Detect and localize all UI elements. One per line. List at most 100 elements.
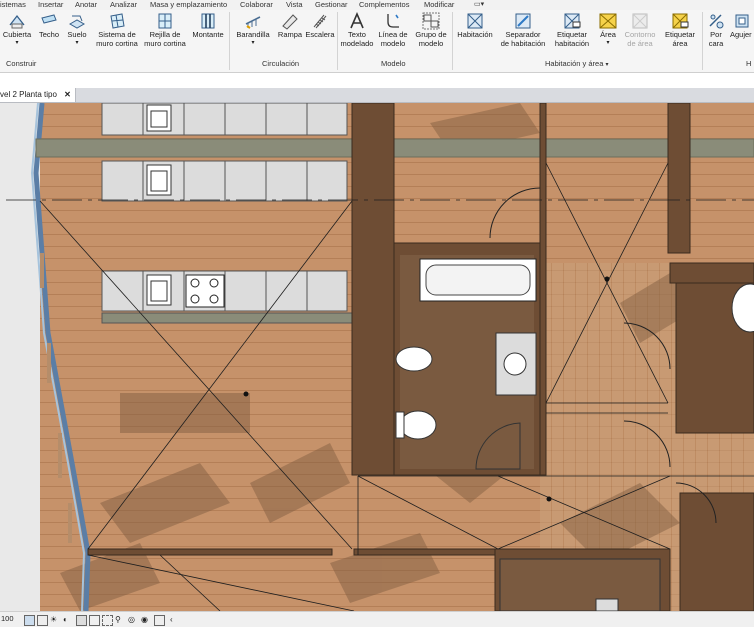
ribbon-separator xyxy=(229,12,230,70)
model-text-icon xyxy=(350,12,364,29)
menu-item-modificar[interactable]: Modificar xyxy=(424,0,454,10)
room-separator-tool[interactable]: Separador de habitación xyxy=(498,12,548,56)
railing-tool[interactable]: Barandilla ▾ xyxy=(233,12,273,56)
model-line-tool[interactable]: Línea de modelo xyxy=(376,12,410,56)
model-group-icon xyxy=(422,12,440,30)
drawing-canvas[interactable] xyxy=(0,103,754,611)
visual-style-icon[interactable] xyxy=(37,615,48,626)
tag-area-tool[interactable]: Etiquetar área xyxy=(662,12,698,56)
room-separator-label-2: de habitación xyxy=(500,39,546,48)
sun-path-icon[interactable]: ☀ xyxy=(50,615,59,624)
ceiling-label: Techo xyxy=(38,30,59,39)
curtain-grid-label-1: Rejilla de xyxy=(149,30,181,39)
area-boundary-label-2: de área xyxy=(627,39,653,48)
crop-view-icon[interactable] xyxy=(89,615,100,626)
curtain-system-label-1: Sistema de xyxy=(98,30,136,39)
stair-label: Escalera xyxy=(305,30,335,39)
curtain-system-tool[interactable]: Sistema de muro cortina xyxy=(94,12,140,56)
by-face-label-1: Por xyxy=(710,30,722,39)
tag-area-icon xyxy=(672,13,689,29)
ceiling-tool[interactable]: Techo xyxy=(36,12,62,56)
tag-room-tool[interactable]: Etiquetar habitación xyxy=(550,12,594,56)
panel-title-habitacion[interactable]: Habitación y área ▾ xyxy=(545,59,608,68)
room-tool[interactable]: Habitación xyxy=(454,12,496,56)
model-text-label-1: Texto xyxy=(348,30,366,39)
floor-tool[interactable]: Suelo ▾ xyxy=(64,12,90,56)
menu-item-analizar[interactable]: Analizar xyxy=(110,0,137,10)
shadows-icon[interactable]: ◐ xyxy=(63,615,72,624)
worksharing-icon[interactable] xyxy=(154,615,165,626)
menu-item-anotar[interactable]: Anotar xyxy=(75,0,97,10)
reveal-hidden-icon[interactable]: ◉ xyxy=(141,615,150,624)
railing-icon xyxy=(245,16,261,29)
curtain-system-label-2: muro cortina xyxy=(96,39,138,48)
bathroom xyxy=(395,255,537,470)
tag-room-icon xyxy=(564,13,581,29)
stone-beam xyxy=(36,139,754,157)
show-crop-icon[interactable] xyxy=(102,615,113,626)
scroll-left-icon[interactable]: ‹ xyxy=(170,615,179,624)
ribbon: Cubierta ▾ Techo Suelo ▾ Sistema de muro… xyxy=(0,10,754,73)
shaft-label: Agujer xyxy=(730,30,752,39)
curtain-grid-icon xyxy=(158,13,172,29)
model-line-label-1: Línea de xyxy=(378,30,408,39)
stair-icon xyxy=(313,14,327,29)
ribbon-separator xyxy=(452,12,453,70)
panel-title-modelo: Modelo xyxy=(381,59,406,68)
curtain-system-icon xyxy=(110,13,125,29)
quick-access-icon[interactable]: ▭▾ xyxy=(474,0,484,10)
tag-room-label-1: Etiquetar xyxy=(556,30,588,39)
scale-value[interactable]: 100 xyxy=(1,614,14,623)
menu-item-sistemas[interactable]: istemas xyxy=(0,0,26,10)
close-icon[interactable]: ✕ xyxy=(64,88,71,102)
menu-item-complementos[interactable]: Complementos xyxy=(359,0,409,10)
panel-title-hueco: H xyxy=(746,59,752,68)
area-tool[interactable]: Área ▾ xyxy=(596,12,620,56)
curtain-grid-tool[interactable]: Rejilla de muro cortina xyxy=(142,12,188,56)
view-tab[interactable]: vel 2 Planta tipo ✕ xyxy=(0,88,76,102)
ribbon-separator xyxy=(337,12,338,70)
view-tab-label: vel 2 Planta tipo xyxy=(0,90,57,99)
railing-label: Barandilla xyxy=(236,30,270,39)
area-boundary-tool[interactable]: Contorno de área xyxy=(622,12,658,56)
view-control-bar: 100 ☀ ◐ ⚲ ◎ ◉ ‹ xyxy=(0,611,754,627)
area-boundary-label-1: Contorno xyxy=(624,30,656,39)
room-separator-label-1: Separador xyxy=(505,30,541,39)
detail-level-icon[interactable] xyxy=(24,615,35,626)
model-text-label-2: modelado xyxy=(340,39,374,48)
by-face-tool[interactable]: Por cara xyxy=(704,12,728,56)
menu-item-vista[interactable]: Vista xyxy=(286,0,303,10)
by-face-label-2: cara xyxy=(708,39,724,48)
shaft-tool[interactable]: Agujer xyxy=(730,12,754,56)
temporary-hide-icon[interactable]: ◎ xyxy=(128,615,137,624)
roof-icon xyxy=(9,14,25,29)
room-icon xyxy=(467,13,483,29)
mullion-tool[interactable]: Montante xyxy=(190,12,226,56)
room-label: Habitación xyxy=(457,30,493,39)
area-label: Área xyxy=(600,30,616,39)
model-line-label-2: modelo xyxy=(380,39,406,48)
menu-item-masa[interactable]: Masa y emplazamiento xyxy=(150,0,227,10)
menu-item-gestionar[interactable]: Gestionar xyxy=(315,0,348,10)
tab-gap xyxy=(0,73,754,88)
menu-item-insertar[interactable]: Insertar xyxy=(38,0,63,10)
model-text-tool[interactable]: Texto modelado xyxy=(339,12,375,56)
floor-icon xyxy=(68,15,86,29)
menu-item-colaborar[interactable]: Colaborar xyxy=(240,0,273,10)
stair-tool[interactable]: Escalera xyxy=(305,12,335,56)
tag-area-label-1: Etiquetar xyxy=(664,30,696,39)
ramp-tool[interactable]: Rampa xyxy=(276,12,304,56)
ramp-icon xyxy=(282,14,298,30)
render-icon[interactable] xyxy=(76,615,87,626)
ramp-label: Rampa xyxy=(277,30,303,39)
floor-plan xyxy=(0,103,754,611)
room-separator-icon xyxy=(515,13,531,29)
area-boundary-icon xyxy=(632,13,648,29)
panel-title-construir: Construir xyxy=(6,59,37,68)
model-group-tool[interactable]: Grupo de modelo xyxy=(412,12,450,56)
model-group-label-2: modelo xyxy=(418,39,444,48)
ceiling-icon xyxy=(41,14,57,24)
tag-room-label-2: habitación xyxy=(554,39,590,48)
roof-tool[interactable]: Cubierta ▾ xyxy=(0,12,34,56)
lock-3d-icon[interactable]: ⚲ xyxy=(115,615,124,624)
